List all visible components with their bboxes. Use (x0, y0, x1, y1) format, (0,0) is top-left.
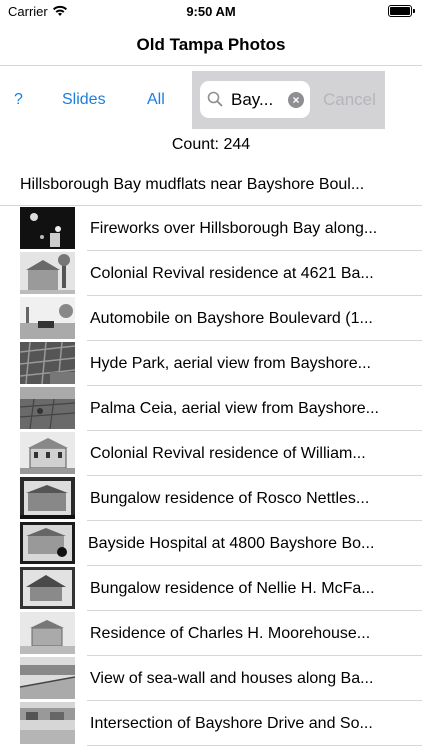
status-bar: Carrier 9:50 AM (0, 0, 422, 22)
search-icon (207, 91, 223, 112)
clear-icon[interactable]: × (288, 92, 304, 108)
photo-thumbnail (20, 297, 75, 339)
photo-thumbnail (20, 252, 75, 294)
navigation-bar: Old Tampa Photos (0, 22, 422, 66)
page-title: Old Tampa Photos (136, 35, 286, 54)
list-item-title: Residence of Charles H. Moorehouse... (90, 625, 371, 642)
list-item-title: View of sea-wall and houses along Ba... (90, 670, 374, 687)
help-button[interactable]: ? (14, 91, 23, 109)
list-item-title: Intersection of Bayshore Drive and So... (90, 715, 373, 732)
cancel-button[interactable]: Cancel (323, 90, 376, 110)
list-item-title: Colonial Revival residence of William... (90, 445, 366, 462)
list-item[interactable]: Hyde Park, aerial view from Bayshore... (0, 341, 422, 386)
list-item[interactable]: Fireworks over Hillsborough Bay along... (0, 206, 422, 251)
list-item[interactable]: Colonial Revival residence of William... (0, 431, 422, 476)
list-item[interactable]: View of sea-wall and houses along Ba... (0, 656, 422, 701)
list-item-title: Palma Ceia, aerial view from Bayshore... (90, 400, 379, 417)
list-item-title: Automobile on Bayshore Boulevard (1... (90, 310, 373, 327)
photo-thumbnail (20, 432, 75, 474)
result-count: Count: 244 (171, 136, 251, 153)
list-item-title: Bayside Hospital at 4800 Bayshore Bo... (88, 535, 375, 552)
photo-thumbnail (20, 207, 75, 249)
photo-thumbnail (20, 657, 75, 699)
list-item[interactable]: Colonial Revival residence at 4621 Ba... (0, 251, 422, 296)
photo-thumbnail (20, 477, 75, 519)
toolbar: ? Slides All Bay... × Cancel (0, 71, 422, 129)
photo-thumbnail (20, 612, 75, 654)
list-item[interactable]: Bungalow residence of Rosco Nettles... (0, 476, 422, 521)
list-item[interactable]: Bayside Hospital at 4800 Bayshore Bo... (0, 521, 422, 566)
list-item-title: Fireworks over Hillsborough Bay along... (90, 220, 378, 237)
list-item-title: Bungalow residence of Nellie H. McFa... (90, 580, 375, 597)
list-item[interactable]: Hillsborough Bay mudflats near Bayshore … (0, 163, 422, 206)
search-bar: Bay... × Cancel (192, 71, 385, 129)
list-item-title: Hyde Park, aerial view from Bayshore... (90, 355, 371, 372)
photo-thumbnail (20, 387, 75, 429)
photo-thumbnail (20, 702, 75, 744)
list-item[interactable]: Residence of Charles H. Moorehouse... (0, 611, 422, 656)
battery-icon (388, 5, 415, 17)
list-item[interactable]: Automobile on Bayshore Boulevard (1... (0, 296, 422, 341)
list-item-title: Colonial Revival residence at 4621 Ba... (90, 265, 374, 282)
all-button[interactable]: All (147, 91, 165, 109)
photo-thumbnail (20, 522, 75, 564)
list-item[interactable]: Palma Ceia, aerial view from Bayshore... (0, 386, 422, 431)
clock-time: 9:50 AM (186, 4, 236, 19)
photo-list: Hillsborough Bay mudflats near Bayshore … (0, 163, 422, 746)
photo-thumbnail (20, 342, 75, 384)
list-item-title: Hillsborough Bay mudflats near Bayshore … (20, 176, 365, 193)
list-item[interactable]: Intersection of Bayshore Drive and So... (0, 701, 422, 746)
list-item-title: Bungalow residence of Rosco Nettles... (90, 490, 370, 507)
search-text: Bay... (231, 90, 274, 109)
list-item[interactable]: Bungalow residence of Nellie H. McFa... (0, 566, 422, 611)
search-input[interactable]: Bay... × (200, 81, 310, 118)
photo-thumbnail (20, 567, 75, 609)
slides-button[interactable]: Slides (62, 91, 106, 109)
